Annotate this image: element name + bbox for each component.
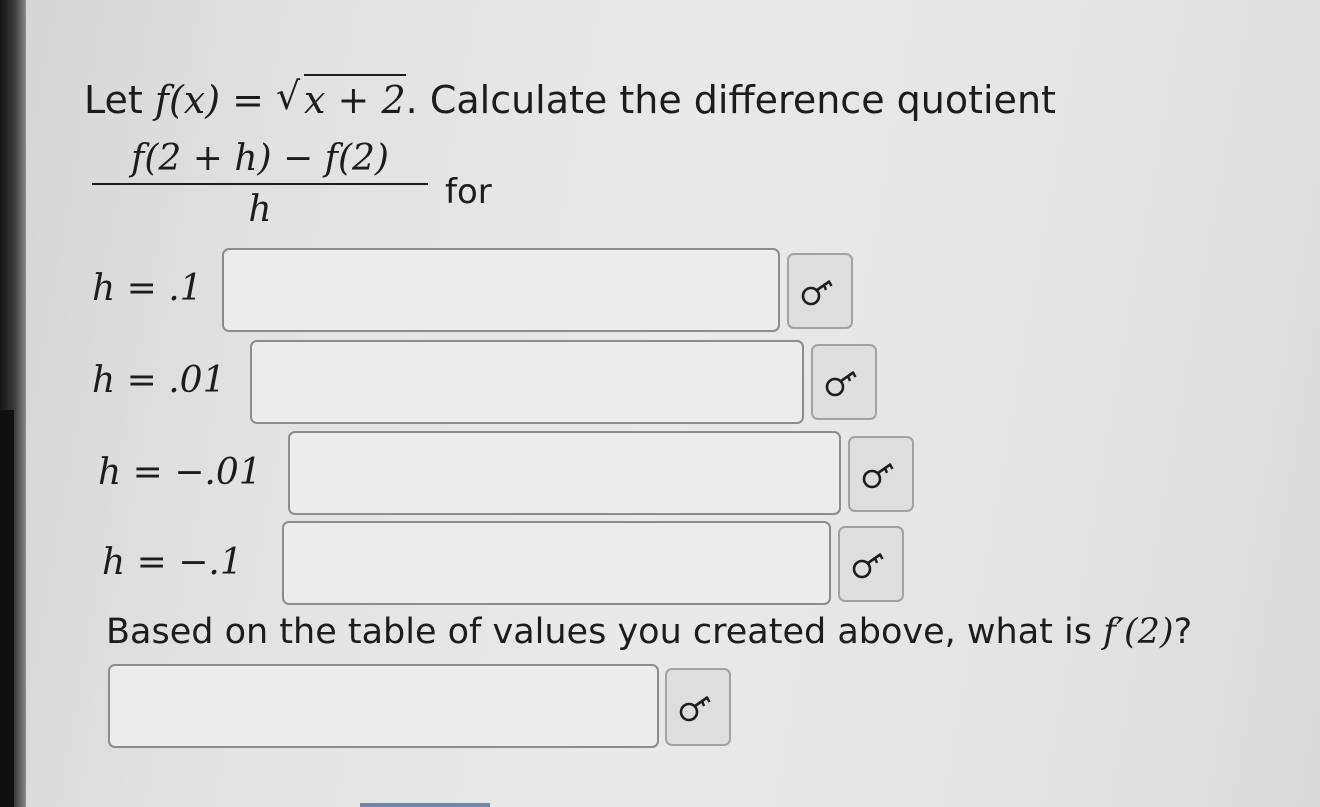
key-icon <box>852 552 884 579</box>
derivative-question: Based on the table of values you created… <box>106 612 1192 652</box>
row-label-h-0.01: h = .01 <box>92 360 226 401</box>
answer-input-h-0.01[interactable] <box>250 340 804 424</box>
key-icon <box>679 695 711 722</box>
answer-key-button-1[interactable] <box>787 253 853 329</box>
quotient-denominator: h <box>248 189 272 230</box>
difference-quotient: f(2 + h) − f(2) h <box>92 138 428 230</box>
row-label-h-minus-0.1: h = −.1 <box>102 542 243 583</box>
row-label-h-minus-0.01: h = −.01 <box>98 452 262 493</box>
bottom-accent-strip <box>360 803 490 807</box>
question-expression: f′(2) <box>1103 612 1174 652</box>
function-lhs: f(x) = <box>154 78 264 122</box>
problem-statement: Let f(x) = √ x + 2. Calculate the differe… <box>84 74 1056 122</box>
answer-key-button-4[interactable] <box>838 526 904 602</box>
key-icon <box>825 370 857 397</box>
quotient-numerator: f(2 + h) − f(2) <box>92 138 428 185</box>
question-mark: ? <box>1173 612 1193 652</box>
row-label-h-0.1: h = .1 <box>92 268 203 309</box>
key-icon <box>801 279 833 306</box>
intro-tail-text: . Calculate the difference quotient <box>405 78 1056 122</box>
answer-key-button-3[interactable] <box>848 436 914 512</box>
screen-bezel-lower <box>0 410 14 807</box>
question-text: Based on the table of values you created… <box>106 612 1092 652</box>
answer-input-derivative[interactable] <box>108 664 659 748</box>
radical-sign-icon: √ <box>276 74 301 118</box>
intro-text: Let <box>84 78 143 122</box>
answer-input-h-0.1[interactable] <box>222 248 780 332</box>
answer-input-h-minus-0.01[interactable] <box>288 431 841 515</box>
square-root: √ x + 2 <box>276 74 406 122</box>
answer-key-button-5[interactable] <box>665 668 731 746</box>
for-text: for <box>445 172 492 212</box>
answer-input-h-minus-0.1[interactable] <box>282 521 831 605</box>
answer-key-button-2[interactable] <box>811 344 877 420</box>
key-icon <box>862 462 894 489</box>
radicand: x + 2 <box>304 74 406 122</box>
